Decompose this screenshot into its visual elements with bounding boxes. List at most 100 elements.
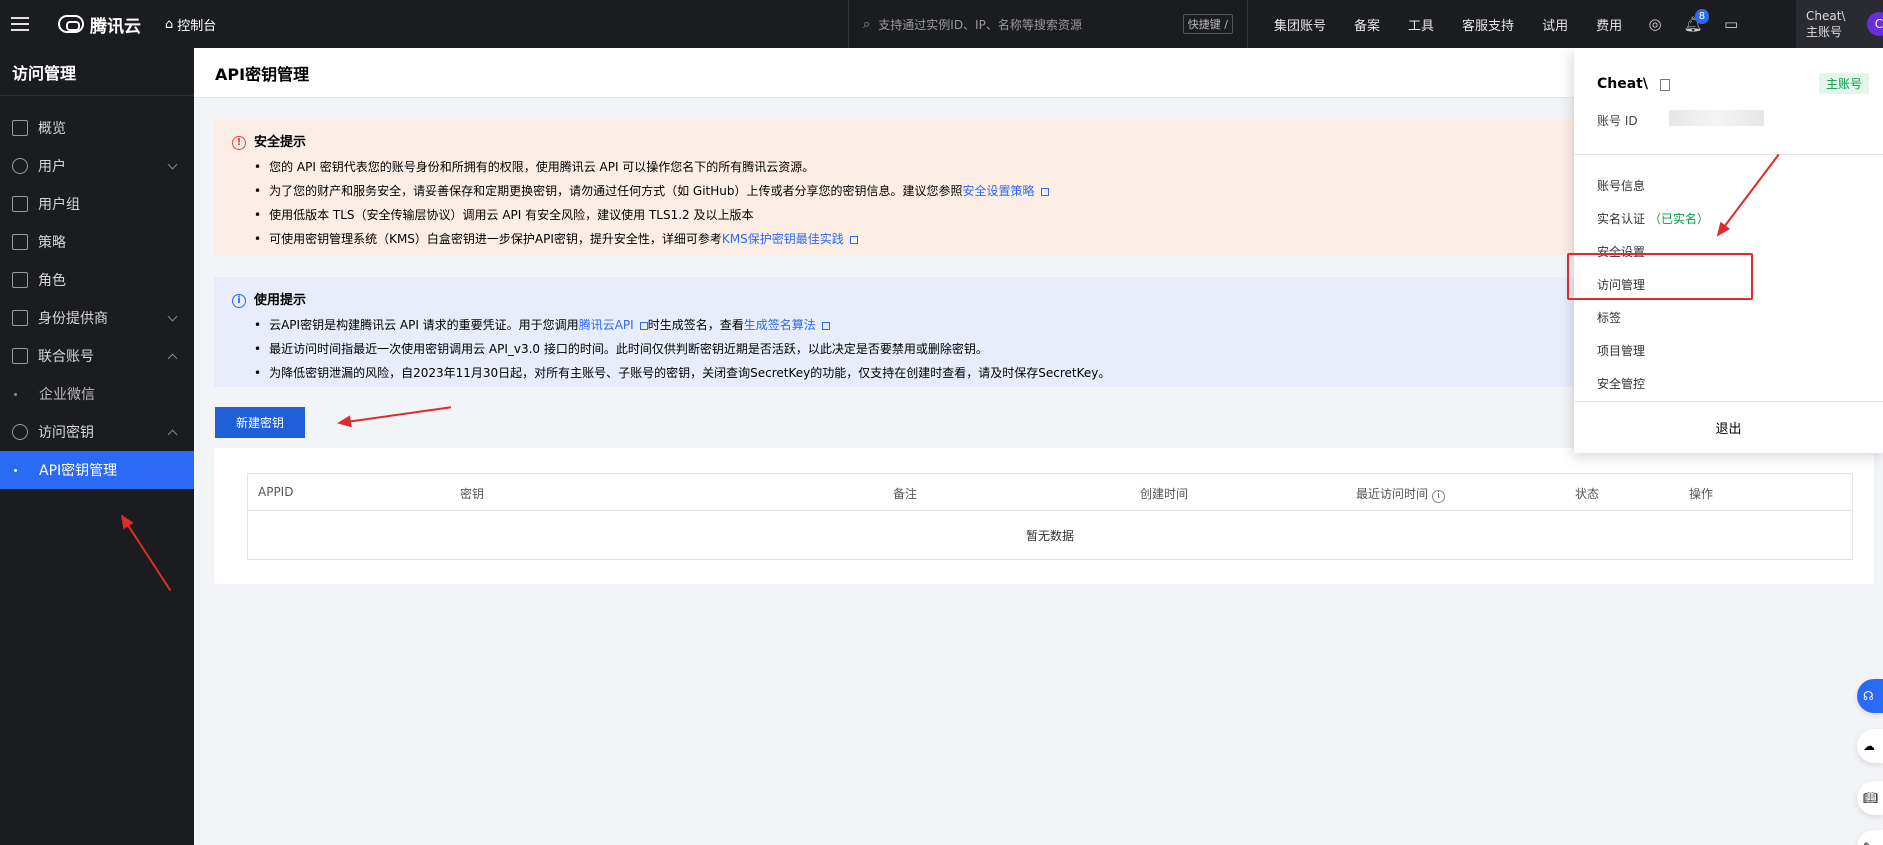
menu-icon[interactable]: [0, 0, 40, 48]
sidebar-item-identity-providers[interactable]: 身份提供商: [0, 299, 194, 337]
bell-icon[interactable]: 🔔︎ 8: [1674, 0, 1712, 48]
nav-group-account[interactable]: 集团账号: [1260, 15, 1340, 34]
console-label: 控制台: [177, 18, 217, 34]
key-table: APPID 密钥 备注 创建时间 最近访问时间 i 状态 操作 暂无数据: [247, 473, 1853, 560]
empty-state: 暂无数据: [1025, 528, 1074, 543]
col-remark: 备注: [893, 487, 918, 501]
account-menu-trigger[interactable]: Cheat\ 主账号 C: [1796, 0, 1883, 48]
cloud-icon[interactable]: ☁: [1857, 729, 1883, 763]
col-actions: 操作: [1689, 487, 1714, 501]
account-id-redacted: [1669, 110, 1764, 126]
info-icon[interactable]: i: [1432, 490, 1446, 503]
brand-logo[interactable]: 腾讯云: [58, 12, 141, 37]
sidebar-item-label: 企业微信: [39, 387, 95, 403]
sidebar-item-label: 策略: [38, 235, 66, 251]
kms-best-practice-link[interactable]: KMS保护密钥最佳实践: [722, 232, 844, 246]
sidebar-item-user-groups[interactable]: 用户组: [0, 185, 194, 223]
account-dropdown: Cheat\ 主账号 账号 ID 账号信息 实名认证 （已实名） 安全设置 访问管…: [1574, 48, 1883, 453]
warning-icon: !: [232, 136, 246, 150]
tip-text: 云API密钥是构建腾讯云 API 请求的重要凭证。用于您调用: [269, 318, 579, 332]
user-icon: [12, 158, 28, 174]
external-link-icon: [639, 321, 648, 330]
dropdown-username: Cheat\: [1597, 76, 1648, 92]
shortcut-hint: 快捷键 /: [1182, 14, 1233, 34]
tip-text: 可使用密钥管理系统（KMS）白盒密钥进一步保护API密钥，提升安全性，详细可参考: [269, 232, 722, 246]
sidebar-item-policies[interactable]: 策略: [0, 223, 194, 261]
tip-text: 时生成签名，查看: [647, 318, 744, 332]
menu-security-control[interactable]: 安全管控: [1574, 367, 1883, 400]
sidebar-item-label: 用户组: [38, 197, 80, 213]
nav-filing[interactable]: 备案: [1340, 15, 1394, 34]
col-last-access-label: 最近访问时间: [1356, 487, 1429, 501]
sidebar-item-federated-accounts[interactable]: 联合账号: [0, 337, 194, 375]
col-appid: APPID: [258, 485, 294, 499]
search-icon: ⌕: [863, 16, 871, 32]
bullet-icon: [14, 392, 17, 396]
edit-icon[interactable]: ✎: [1857, 830, 1883, 845]
wallet-icon[interactable]: ▭: [1712, 0, 1750, 48]
sidebar-item-users[interactable]: 用户: [0, 147, 194, 185]
role-icon: [12, 272, 28, 288]
external-link-icon: [849, 235, 858, 244]
security-policy-link[interactable]: 安全设置策略: [962, 184, 1034, 198]
account-name: Cheat\: [1806, 9, 1846, 23]
console-link[interactable]: ⌂ 控制台: [165, 15, 216, 34]
sidebar: 访问管理 概览 用户 用户组 策略 角色 身份提供商 联合账号 企业微信 访问密…: [0, 48, 194, 845]
signature-algorithm-link[interactable]: 生成签名算法: [744, 318, 816, 332]
brand-name: 腾讯云: [90, 16, 141, 37]
external-link-icon: [821, 321, 830, 330]
sidebar-item-roles[interactable]: 角色: [0, 261, 194, 299]
sidebar-item-label: 访问密钥: [38, 425, 94, 441]
annotation-arrow: [338, 406, 452, 424]
search-placeholder: 支持通过实例ID、IP、名称等搜索资源: [878, 17, 1082, 32]
nav-billing[interactable]: 费用: [1582, 15, 1636, 34]
create-key-button[interactable]: 新建密钥: [215, 407, 305, 438]
top-nav-bar: 腾讯云 ⌂ 控制台 ⌕ 支持通过实例ID、IP、名称等搜索资源 快捷键 / 集团…: [0, 0, 1883, 48]
logout-button[interactable]: 退出: [1574, 401, 1883, 453]
key-table-card: APPID 密钥 备注 创建时间 最近访问时间 i 状态 操作 暂无数据: [214, 448, 1874, 584]
headset-icon[interactable]: ☊: [1857, 679, 1883, 713]
main-account-tag: 主账号: [1818, 73, 1869, 94]
external-link-icon: [1040, 187, 1049, 196]
nav-trial[interactable]: 试用: [1528, 15, 1582, 34]
col-last-access: 最近访问时间 i: [1356, 485, 1446, 503]
menu-tags[interactable]: 标签: [1574, 301, 1883, 334]
book-icon[interactable]: 📖︎: [1857, 781, 1883, 815]
dropdown-header: Cheat\ 主账号 账号 ID: [1574, 48, 1883, 155]
sidebar-item-wecom[interactable]: 企业微信: [0, 375, 194, 413]
highlight-annotation: [1567, 253, 1753, 300]
cloud-api-link[interactable]: 腾讯云API: [579, 318, 634, 332]
account-type: 主账号: [1806, 25, 1843, 39]
menu-account-info[interactable]: 账号信息: [1574, 169, 1883, 202]
sidebar-item-label: API密钥管理: [39, 463, 118, 479]
users-icon: [12, 196, 28, 212]
chevron-down-icon: [167, 311, 178, 322]
info-icon: i: [232, 294, 246, 308]
top-nav-links: 集团账号 备案 工具 客服支持 试用 费用 ◎ 🔔︎ 8 ▭: [1260, 0, 1750, 48]
grid-icon: [12, 120, 28, 136]
key-icon: [12, 424, 28, 440]
sidebar-item-label: 身份提供商: [38, 311, 108, 327]
col-created: 创建时间: [1140, 487, 1189, 501]
verified-badge: （已实名）: [1649, 212, 1710, 226]
menu-projects[interactable]: 项目管理: [1574, 334, 1883, 367]
alert-title: 使用提示: [254, 293, 307, 308]
nav-tools[interactable]: 工具: [1394, 15, 1448, 34]
policy-icon: [12, 234, 28, 250]
sidebar-item-api-key-management[interactable]: API密钥管理: [0, 451, 194, 489]
sidebar-item-label: 概览: [38, 121, 66, 137]
sidebar-item-label: 用户: [38, 159, 66, 175]
global-search[interactable]: ⌕ 支持通过实例ID、IP、名称等搜索资源 快捷键 /: [848, 0, 1248, 48]
tip-text: 为了您的财产和服务安全，请妥善保存和定期更换密钥，请勿通过任何方式（如 GitH…: [269, 184, 963, 198]
sidebar-item-overview[interactable]: 概览: [0, 109, 194, 147]
col-key: 密钥: [460, 487, 485, 501]
notification-badge: 8: [1694, 9, 1710, 24]
menu-label: 实名认证: [1597, 212, 1646, 226]
compass-icon[interactable]: ◎: [1636, 0, 1674, 48]
federation-icon: [12, 348, 28, 364]
sidebar-item-access-keys[interactable]: 访问密钥: [0, 413, 194, 451]
col-status: 状态: [1575, 487, 1600, 501]
nav-support[interactable]: 客服支持: [1448, 15, 1528, 34]
avatar: C: [1867, 12, 1883, 36]
copy-icon[interactable]: [1660, 79, 1670, 91]
